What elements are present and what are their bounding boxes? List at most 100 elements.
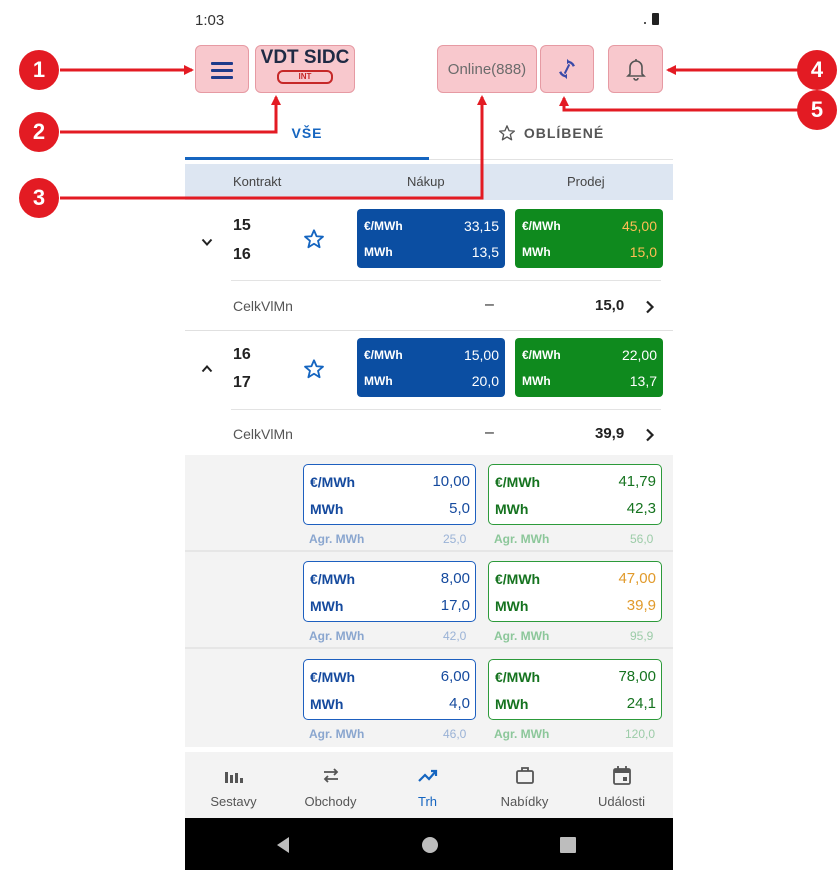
depth-buy-volume-label: MWh: [310, 696, 344, 712]
nav-label: Sestavy: [210, 794, 257, 809]
depth-sell-price: 78,00: [618, 668, 656, 685]
recents-icon[interactable]: [560, 837, 576, 853]
depth-sell-box[interactable]: €/MWh 47,00 MWh 39,9: [488, 561, 662, 622]
depth-buy-volume: 4,0: [449, 695, 470, 712]
sell-price: 45,00: [621, 218, 657, 234]
depth-sell-agr-label: Agr. MWh: [494, 532, 550, 546]
depth-buy-agr: 25,0: [443, 532, 467, 546]
nav-label: Obchody: [304, 794, 357, 809]
chevron-right-icon[interactable]: [645, 428, 655, 442]
depth-sell-price: 47,00: [618, 570, 656, 587]
summary-label: CelkVlMn: [233, 426, 293, 442]
calendar-icon: [613, 766, 631, 785]
tab-favorites-label: OBLÍBENÉ: [523, 125, 605, 141]
sell-volume-label: MWh: [522, 374, 551, 388]
online-status-button[interactable]: Online(888): [437, 45, 537, 93]
nav-label: Trh: [417, 794, 438, 809]
buy-price-label: €/MWh: [364, 348, 403, 362]
star-outline-icon: [498, 125, 515, 141]
depth-buy-box[interactable]: €/MWh 6,00 MWh 4,0: [303, 659, 476, 720]
column-header: Kontrakt Nákup Prodej: [185, 164, 673, 200]
nav-item-obchody[interactable]: Obchody: [282, 752, 379, 818]
summary-value: 39,9: [595, 425, 625, 442]
tab-all[interactable]: VŠE: [185, 108, 429, 158]
exchange-title: VDT SIDC: [260, 47, 350, 68]
depth-buy-price: 6,00: [440, 668, 470, 685]
favorite-star-icon[interactable]: [303, 358, 325, 380]
callout-3: 3: [19, 178, 59, 218]
order-depth-panel: €/MWh 10,00 MWh 5,0 Agr. MWh 25,0 €/MWh …: [185, 455, 673, 747]
sell-quote[interactable]: €/MWh 22,00 MWh 13,7: [515, 338, 663, 397]
sell-price-label: €/MWh: [522, 219, 561, 233]
sell-volume-label: MWh: [522, 245, 551, 259]
contract-divider: [185, 330, 673, 331]
callout-5: 5: [797, 90, 837, 130]
favorite-star-icon[interactable]: [303, 228, 325, 250]
row-divider: [231, 280, 661, 281]
sync-icon: [559, 58, 575, 80]
depth-buy-agr-label: Agr. MWh: [309, 727, 365, 741]
depth-buy-volume: 17,0: [440, 597, 470, 614]
notifications-button[interactable]: [608, 45, 663, 93]
buy-quote[interactable]: €/MWh 15,00 MWh 20,0: [357, 338, 505, 397]
back-icon[interactable]: [275, 836, 291, 854]
sell-price-label: €/MWh: [522, 348, 561, 362]
depth-buy-box[interactable]: €/MWh 8,00 MWh 17,0: [303, 561, 476, 622]
menu-button[interactable]: [195, 45, 249, 93]
buy-volume: 13,5: [471, 244, 499, 260]
battery-icon: [652, 13, 659, 25]
depth-buy-price-label: €/MWh: [310, 669, 356, 685]
status-time: 1:03: [195, 12, 225, 29]
tab-favorites[interactable]: OBLÍBENÉ: [429, 108, 673, 158]
depth-sell-box[interactable]: €/MWh 78,00 MWh 24,1: [488, 659, 662, 720]
chevron-up-icon[interactable]: [201, 363, 213, 375]
sell-quote[interactable]: €/MWh 45,00 MWh 15,0: [515, 209, 663, 268]
depth-sell-agr-label: Agr. MWh: [494, 727, 550, 741]
buy-volume: 20,0: [471, 373, 499, 389]
depth-sell-agr: 120,0: [625, 727, 656, 741]
buy-quote[interactable]: €/MWh 33,15 MWh 13,5: [357, 209, 505, 268]
depth-sell-agr: 95,9: [630, 629, 654, 643]
depth-buy-agr: 46,0: [443, 727, 467, 741]
sell-volume: 13,7: [629, 373, 657, 389]
tab-active-indicator: [185, 157, 429, 160]
depth-sell-box[interactable]: €/MWh 41,79 MWh 42,3: [488, 464, 662, 525]
row-divider: [231, 409, 661, 410]
depth-buy-volume: 5,0: [449, 500, 470, 517]
contract-from: 15: [233, 217, 251, 234]
sync-button[interactable]: [540, 45, 594, 93]
signal-icon: [644, 22, 646, 24]
callout-1: 1: [19, 50, 59, 90]
chevron-down-icon[interactable]: [201, 236, 213, 248]
phone-screen: 1:03 VDT SIDC INT Online(888) VŠE OBLÍBE…: [185, 0, 673, 870]
depth-sell-agr-label: Agr. MWh: [494, 629, 550, 643]
nav-item-sestavy[interactable]: Sestavy: [185, 752, 282, 818]
depth-buy-box[interactable]: €/MWh 10,00 MWh 5,0: [303, 464, 476, 525]
depth-sell-volume-label: MWh: [495, 501, 529, 517]
depth-sell-agr: 56,0: [630, 532, 654, 546]
column-buy: Nákup: [407, 174, 445, 189]
chevron-right-icon[interactable]: [645, 300, 655, 314]
home-icon[interactable]: [421, 836, 439, 854]
exchange-selector-button[interactable]: VDT SIDC INT: [255, 45, 355, 93]
depth-buy-agr-label: Agr. MWh: [309, 532, 365, 546]
nav-item-trh[interactable]: Trh: [379, 752, 476, 818]
column-contract: Kontrakt: [233, 174, 282, 189]
bar-chart-icon: [225, 772, 243, 783]
depth-buy-agr-label: Agr. MWh: [309, 629, 365, 643]
nav-item-nabidky[interactable]: Nabídky: [476, 752, 573, 818]
depth-buy-price: 8,00: [440, 570, 470, 587]
depth-sell-price-label: €/MWh: [495, 669, 541, 685]
sell-price: 22,00: [621, 347, 657, 363]
depth-buy-price-label: €/MWh: [310, 474, 356, 490]
exchange-badge: INT: [277, 70, 333, 84]
nav-item-udalosti[interactable]: Události: [573, 752, 670, 818]
briefcase-icon: [516, 767, 534, 784]
depth-sell-volume: 24,1: [626, 695, 656, 712]
depth-buy-price: 10,00: [432, 473, 470, 490]
depth-buy-agr: 42,0: [443, 629, 467, 643]
depth-sell-price-label: €/MWh: [495, 474, 541, 490]
depth-sell-volume-label: MWh: [495, 696, 529, 712]
buy-volume-label: MWh: [364, 245, 393, 259]
depth-sell-volume: 39,9: [626, 597, 656, 614]
